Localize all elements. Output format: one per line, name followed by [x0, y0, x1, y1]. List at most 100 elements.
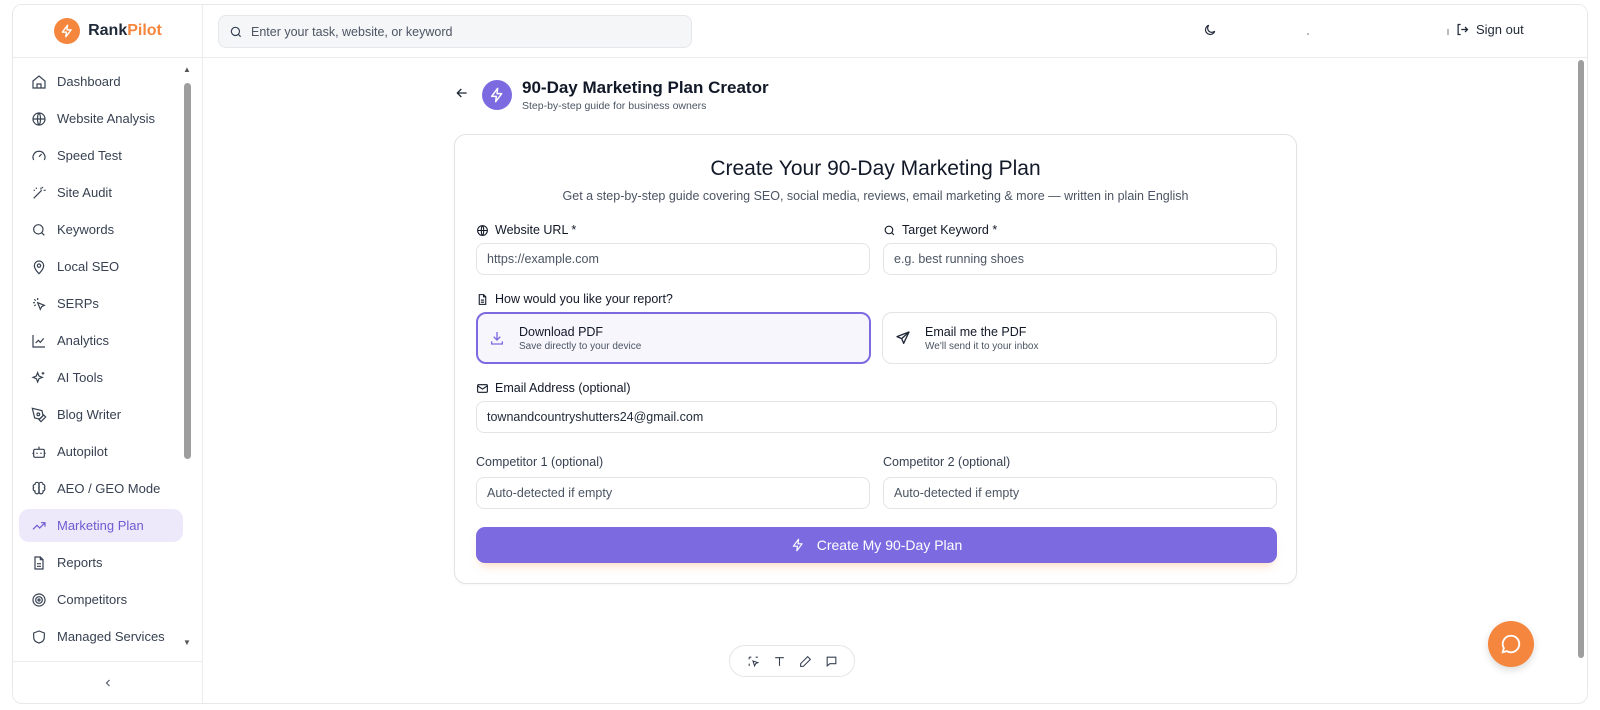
log-out-icon — [1457, 23, 1469, 36]
sidebar-item-reports[interactable]: Reports — [19, 546, 183, 579]
scroll-up-icon[interactable]: ▲ — [182, 65, 192, 74]
global-search[interactable] — [218, 15, 692, 48]
email-pdf-option[interactable]: Email me the PDF We'll send it to your i… — [882, 312, 1277, 364]
sidebar-item-dashboard[interactable]: Dashboard — [19, 65, 183, 98]
sidebar-item-label: Autopilot — [57, 444, 108, 459]
option-subtitle: We'll send it to your inbox — [925, 340, 1039, 352]
pen-tool-icon — [31, 407, 47, 423]
page-subtitle: Step-by-step guide for business owners — [522, 100, 707, 112]
sidebar-item-serps[interactable]: SERPs — [19, 287, 183, 320]
create-plan-button-label: Create My 90-Day Plan — [816, 537, 963, 553]
competitor-2-label: Competitor 2 (optional) — [883, 455, 1011, 469]
page-scroll-thumb[interactable] — [1578, 60, 1584, 658]
home-icon — [32, 74, 46, 89]
file-text-icon — [34, 555, 44, 570]
email-address-input[interactable] — [487, 410, 1266, 424]
sidebar-item-site-audit[interactable]: Site Audit — [19, 176, 183, 209]
competitor-2-input[interactable] — [894, 486, 1266, 500]
chat-bubble-icon — [1501, 634, 1521, 654]
sign-out-button[interactable]: Sign out — [1455, 22, 1524, 37]
bolt-icon — [482, 80, 512, 110]
wand-icon — [33, 186, 46, 199]
sidebar-item-label: Marketing Plan — [57, 518, 144, 533]
search-icon — [33, 223, 45, 236]
report-format-label-text: How would you like your report? — [495, 292, 673, 306]
form-description: Get a step-by-step guide covering SEO, s… — [562, 189, 1189, 203]
scroll-down-icon[interactable]: ▼ — [182, 638, 192, 647]
competitor-1-input[interactable] — [487, 486, 859, 500]
collapse-sidebar-button[interactable] — [13, 661, 203, 703]
sidebar-item-blog-writer[interactable]: Blog Writer — [19, 398, 183, 431]
target-keyword-field[interactable] — [883, 243, 1277, 275]
email-address-label: Email Address (optional) — [476, 381, 630, 395]
target-keyword-label: Target Keyword * — [883, 223, 997, 237]
sidebar-item-keywords[interactable]: Keywords — [19, 213, 183, 246]
search-input[interactable] — [251, 24, 671, 39]
page-scrollbar[interactable] — [1575, 45, 1587, 675]
brand-logo[interactable]: RankPilot — [13, 5, 203, 58]
sidebar-item-managed-services[interactable]: Managed Services — [19, 620, 183, 647]
competitor-2-field[interactable] — [883, 477, 1277, 509]
email-address-field[interactable] — [476, 401, 1277, 433]
sidebar-item-label: Competitors — [57, 592, 128, 607]
chat-support-button[interactable] — [1488, 621, 1534, 667]
website-url-field[interactable] — [476, 243, 870, 275]
back-button[interactable] — [454, 85, 474, 106]
moon-icon[interactable] — [1203, 23, 1217, 42]
sidebar: RankPilot Dashboard Website Analysis Spe… — [13, 5, 203, 703]
text-tool-icon[interactable] — [773, 655, 786, 668]
sidebar-item-analytics[interactable]: Analytics — [19, 324, 183, 357]
competitor-1-label: Competitor 1 (optional) — [476, 455, 604, 469]
sidebar-item-label: Local SEO — [57, 259, 120, 274]
option-title: Email me the PDF — [925, 324, 1027, 339]
page-title: 90-Day Marketing Plan Creator — [522, 78, 769, 97]
sidebar-item-competitors[interactable]: Competitors — [19, 583, 183, 616]
brand-name: RankPilot — [88, 22, 162, 39]
sidebar-item-website-analysis[interactable]: Website Analysis — [19, 102, 183, 135]
bolt-icon — [792, 538, 803, 552]
annotation-toolbar — [729, 645, 855, 677]
sidebar-scroll-thumb[interactable] — [184, 83, 191, 459]
sidebar-item-label: Site Audit — [57, 185, 112, 200]
mail-icon — [477, 383, 488, 393]
map-pin-icon — [33, 259, 45, 274]
sidebar-item-label: AEO / GEO Mode — [57, 481, 161, 496]
report-format-label: How would you like your report? — [476, 292, 673, 306]
sidebar-item-autopilot[interactable]: Autopilot — [19, 435, 183, 468]
sidebar-item-label: Reports — [57, 555, 103, 570]
sidebar-item-speed-test[interactable]: Speed Test — [19, 139, 183, 172]
bot-icon — [32, 446, 46, 458]
sidebar-item-label: SERPs — [57, 296, 99, 311]
website-url-input[interactable] — [487, 252, 859, 266]
search-icon — [230, 26, 242, 37]
target-keyword-input[interactable] — [894, 252, 1266, 266]
line-chart-icon — [32, 334, 45, 348]
option-title: Download PDF — [519, 324, 604, 339]
select-area-icon[interactable] — [747, 655, 760, 668]
form-heading: Create Your 90-Day Marketing Plan — [710, 157, 1041, 180]
sidebar-scrollbar[interactable]: ▲ ▼ — [182, 65, 192, 647]
create-plan-button[interactable]: Create My 90-Day Plan — [476, 527, 1277, 563]
sidebar-item-ai-tools[interactable]: AI Tools — [19, 361, 183, 394]
sidebar-item-local-seo[interactable]: Local SEO — [19, 250, 183, 283]
search-icon — [884, 225, 895, 235]
pencil-icon[interactable] — [799, 655, 812, 668]
comment-icon[interactable] — [825, 655, 838, 668]
sidebar-nav: Dashboard Website Analysis Speed Test Si… — [19, 65, 183, 647]
sparkles-icon — [31, 370, 45, 384]
cursor-click-icon — [33, 297, 46, 311]
top-header: Sign out — [203, 5, 1587, 58]
sidebar-item-label: Website Analysis — [57, 111, 156, 126]
sidebar-item-marketing-plan[interactable]: Marketing Plan — [19, 509, 183, 542]
bolt-logo-icon — [54, 18, 81, 44]
marketing-plan-form: Create Your 90-Day Marketing Plan Get a … — [454, 134, 1297, 584]
shield-icon — [33, 629, 45, 644]
option-subtitle: Save directly to your device — [519, 340, 642, 352]
download-pdf-option[interactable]: Download PDF Save directly to your devic… — [476, 312, 871, 364]
sidebar-item-aeo-geo-mode[interactable]: AEO / GEO Mode — [19, 472, 183, 505]
target-keyword-label-text: Target Keyword * — [902, 223, 998, 237]
app-window: RankPilot Dashboard Website Analysis Spe… — [12, 4, 1588, 704]
chevron-left-icon — [105, 679, 110, 686]
sidebar-item-label: Keywords — [57, 222, 115, 237]
competitor-1-field[interactable] — [476, 477, 870, 509]
